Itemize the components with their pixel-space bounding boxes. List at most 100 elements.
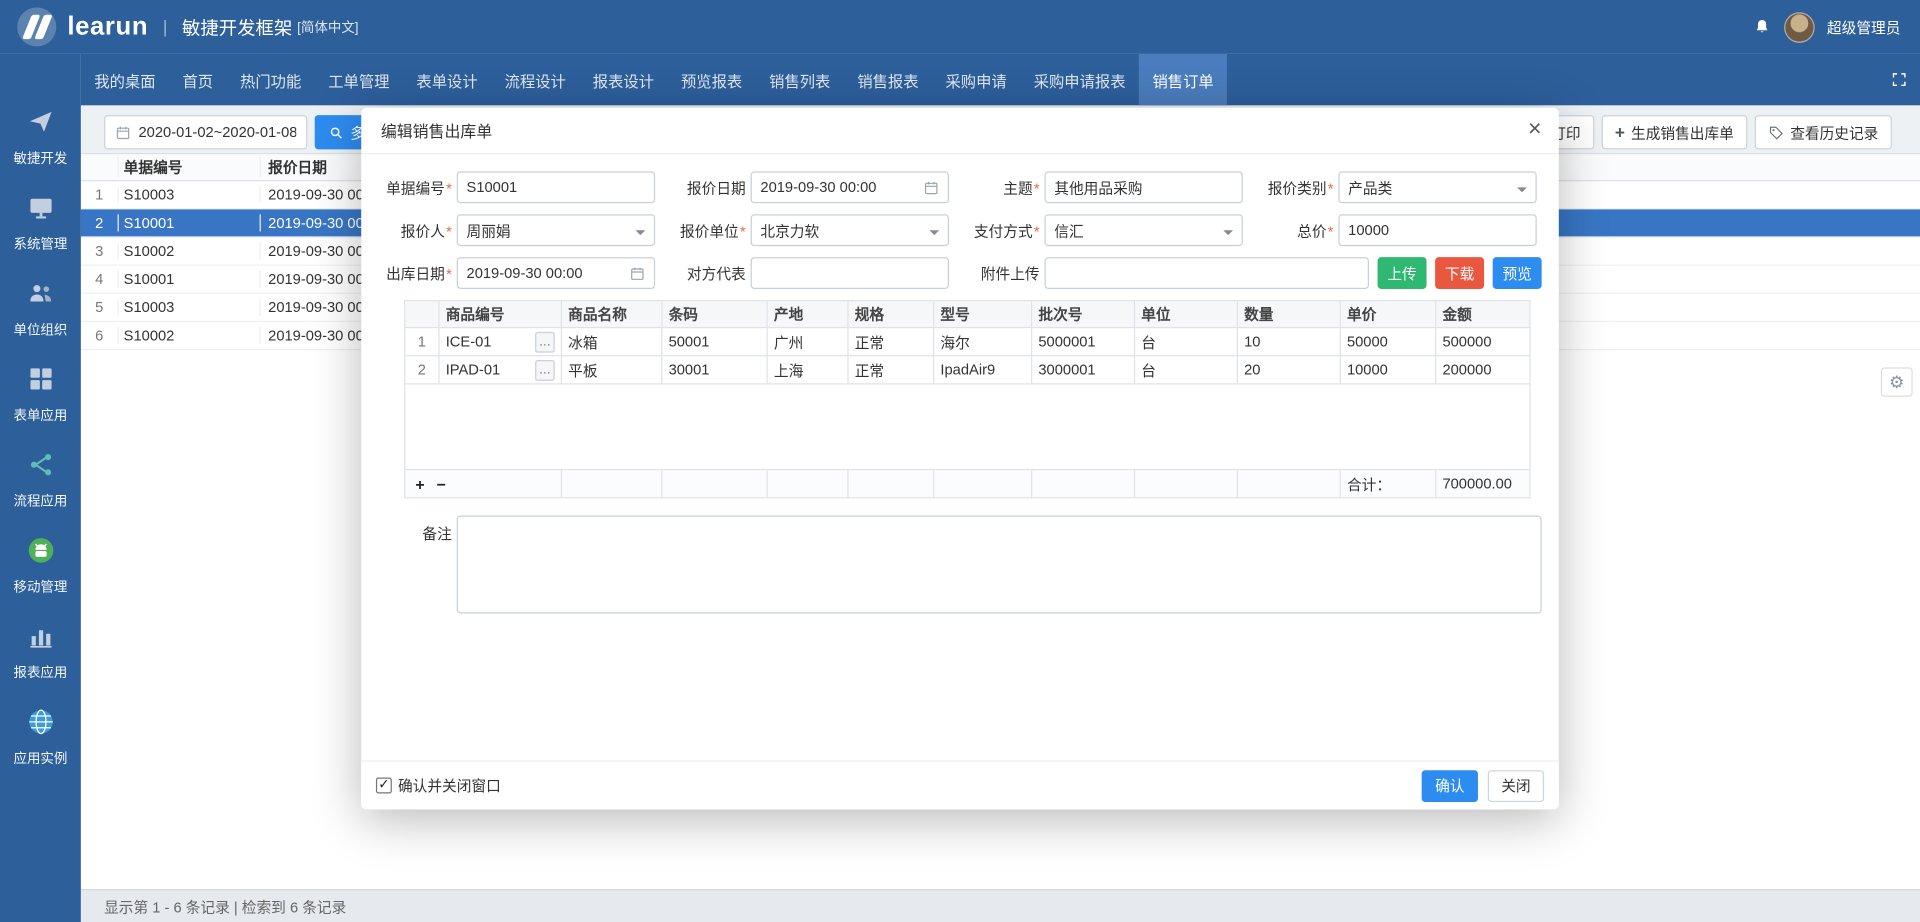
quote-date-label: 报价日期 bbox=[686, 179, 746, 197]
subject-label: 主题 bbox=[1003, 179, 1033, 197]
grid-header-amount: 金额 bbox=[1435, 300, 1531, 329]
required-mark: * bbox=[446, 222, 452, 240]
tab-bar: 我的桌面 首页 热门功能 工单管理 表单设计 流程设计 报表设计 预览报表 销售… bbox=[80, 53, 1920, 106]
out-date-input[interactable] bbox=[466, 264, 625, 282]
attachment-label: 附件上传 bbox=[980, 265, 1040, 283]
sidebar-item-mobile-mgmt[interactable]: 移动管理 bbox=[0, 536, 81, 622]
settings-gear-button[interactable]: ⚙ bbox=[1880, 367, 1913, 397]
tab-report-preview[interactable]: 预览报表 bbox=[667, 54, 755, 105]
total-price-label: 总价 bbox=[1297, 222, 1327, 240]
total-price-input[interactable] bbox=[1348, 221, 1527, 239]
grid-header-product-name: 商品名称 bbox=[560, 300, 663, 329]
total-value: 700000.00 bbox=[1435, 468, 1531, 499]
sidebar-item-workflow-app[interactable]: 流程应用 bbox=[0, 451, 81, 537]
tab-home[interactable]: 首页 bbox=[169, 54, 227, 105]
product-lookup-button[interactable]: … bbox=[535, 331, 555, 353]
date-range-picker[interactable] bbox=[104, 115, 308, 150]
download-button[interactable]: 下载 bbox=[1435, 257, 1485, 289]
tab-sales-list[interactable]: 销售列表 bbox=[756, 54, 844, 105]
attachment-input[interactable] bbox=[1054, 264, 1360, 282]
remark-textarea[interactable] bbox=[456, 515, 1542, 614]
remark-label: 备注 bbox=[422, 525, 452, 543]
tab-sales-report[interactable]: 销售报表 bbox=[844, 54, 932, 105]
remove-row-button[interactable]: − bbox=[433, 474, 450, 492]
sidebar: 敏捷开发 系统管理 单位组织 表单应用 流程应用 移动管理 报表应用 应用实例 bbox=[0, 53, 81, 922]
grid-header-barcode: 条码 bbox=[661, 300, 768, 329]
bar-chart-icon bbox=[26, 622, 54, 656]
column-header-code: 单据编号 bbox=[117, 156, 260, 178]
record-count-text: 显示第 1 - 6 条记录 | 检索到 6 条记录 bbox=[104, 898, 347, 916]
grid-header-product-code: 商品编号 bbox=[438, 300, 563, 329]
tab-sales-order[interactable]: 销售订单 bbox=[1139, 53, 1228, 106]
quote-unit-select[interactable]: 北京力软 bbox=[750, 214, 949, 247]
gear-icon: ⚙ bbox=[1889, 371, 1905, 392]
confirm-and-close-checkbox[interactable]: ✓ bbox=[375, 777, 392, 794]
chevron-down-icon bbox=[1517, 186, 1527, 197]
quote-unit-label: 报价单位 bbox=[679, 222, 739, 240]
grid-header-unit: 单位 bbox=[1133, 300, 1238, 329]
grid-header-unit-price: 单价 bbox=[1339, 300, 1437, 329]
required-mark: * bbox=[446, 265, 452, 283]
paper-plane-icon bbox=[26, 108, 54, 142]
notification-bell-icon[interactable] bbox=[1752, 17, 1772, 37]
close-button[interactable]: 关闭 bbox=[1487, 769, 1545, 802]
view-history-button[interactable]: 查看历史记录 bbox=[1754, 115, 1892, 150]
close-icon[interactable]: × bbox=[1528, 117, 1542, 142]
android-icon bbox=[26, 536, 54, 570]
required-mark: * bbox=[446, 179, 452, 197]
tab-form-design[interactable]: 表单设计 bbox=[403, 54, 491, 105]
out-date-picker[interactable] bbox=[456, 257, 656, 289]
sidebar-item-system-mgmt[interactable]: 系统管理 bbox=[0, 193, 81, 279]
tab-purchase-request-report[interactable]: 采购申请报表 bbox=[1020, 54, 1139, 105]
quote-date-picker[interactable] bbox=[750, 171, 949, 204]
grid-item-row[interactable]: 2 IPAD-01… 平板 30001 上海 正常 IpadAir9 30000… bbox=[404, 355, 1531, 385]
quote-type-select[interactable]: 产品类 bbox=[1338, 171, 1537, 204]
tab-report-design[interactable]: 报表设计 bbox=[579, 54, 667, 105]
quoter-select[interactable]: 周丽娟 bbox=[456, 214, 656, 247]
quote-date-input[interactable] bbox=[760, 178, 919, 196]
app-language: [简体中文] bbox=[297, 20, 359, 36]
app-title: 敏捷开发框架 bbox=[182, 17, 293, 39]
tab-flow-design[interactable]: 流程设计 bbox=[491, 54, 579, 105]
tag-icon bbox=[1768, 124, 1784, 140]
confirm-button[interactable]: 确认 bbox=[1421, 769, 1478, 802]
sidebar-item-org[interactable]: 单位组织 bbox=[0, 279, 81, 365]
edit-outbound-order-dialog: 编辑销售出库单 × 单据编号* 报价日期 主题* bbox=[361, 107, 1559, 810]
learun-logo-icon bbox=[17, 7, 57, 47]
grid-header-qty: 数量 bbox=[1236, 300, 1341, 329]
counterpart-label: 对方代表 bbox=[686, 265, 746, 283]
grid-header-seq bbox=[404, 300, 440, 329]
tab-hot-functions[interactable]: 热门功能 bbox=[227, 54, 315, 105]
user-name[interactable]: 超级管理员 bbox=[1827, 17, 1900, 38]
chevron-down-icon bbox=[1223, 229, 1234, 240]
grid-item-row[interactable]: 1 ICE-01… 冰箱 50001 广州 正常 海尔 5000001 台 10… bbox=[404, 326, 1531, 357]
add-row-button[interactable]: + bbox=[411, 474, 428, 492]
sidebar-item-agile-dev[interactable]: 敏捷开发 bbox=[0, 108, 81, 194]
sidebar-item-app-demo[interactable]: 应用实例 bbox=[0, 708, 81, 794]
pay-method-select[interactable]: 信汇 bbox=[1044, 214, 1243, 247]
tab-purchase-request[interactable]: 采购申请 bbox=[932, 54, 1020, 105]
product-lookup-button[interactable]: … bbox=[535, 359, 555, 381]
fullscreen-icon[interactable] bbox=[1891, 54, 1908, 105]
quote-type-label: 报价类别 bbox=[1267, 179, 1327, 197]
app-header: learun | 敏捷开发框架 [简体中文] 超级管理员 bbox=[0, 0, 1920, 54]
sidebar-item-form-app[interactable]: 表单应用 bbox=[0, 365, 81, 451]
date-range-input[interactable] bbox=[138, 123, 297, 141]
tab-my-desktop[interactable]: 我的桌面 bbox=[81, 54, 169, 105]
pay-method-label: 支付方式 bbox=[973, 222, 1033, 240]
upload-button[interactable]: 上传 bbox=[1377, 257, 1427, 289]
search-icon bbox=[328, 124, 344, 140]
required-mark: * bbox=[739, 222, 746, 240]
generate-outbound-button[interactable]: + 生成销售出库单 bbox=[1601, 115, 1748, 150]
bill-no-input[interactable] bbox=[466, 178, 646, 196]
user-avatar[interactable] bbox=[1784, 11, 1815, 43]
tab-work-order[interactable]: 工单管理 bbox=[315, 54, 403, 105]
subject-input[interactable] bbox=[1054, 178, 1234, 196]
preview-button[interactable]: 预览 bbox=[1492, 257, 1542, 289]
counterpart-input[interactable] bbox=[760, 264, 940, 282]
dialog-title: 编辑销售出库单 bbox=[380, 122, 493, 141]
grid-header-row: 商品编号 商品名称 条码 产地 规格 型号 批次号 单位 数量 单价 金额 bbox=[404, 300, 1531, 329]
plus-icon: + bbox=[1614, 122, 1625, 143]
logo-text: learun bbox=[67, 12, 149, 41]
sidebar-item-report-app[interactable]: 报表应用 bbox=[0, 622, 81, 708]
